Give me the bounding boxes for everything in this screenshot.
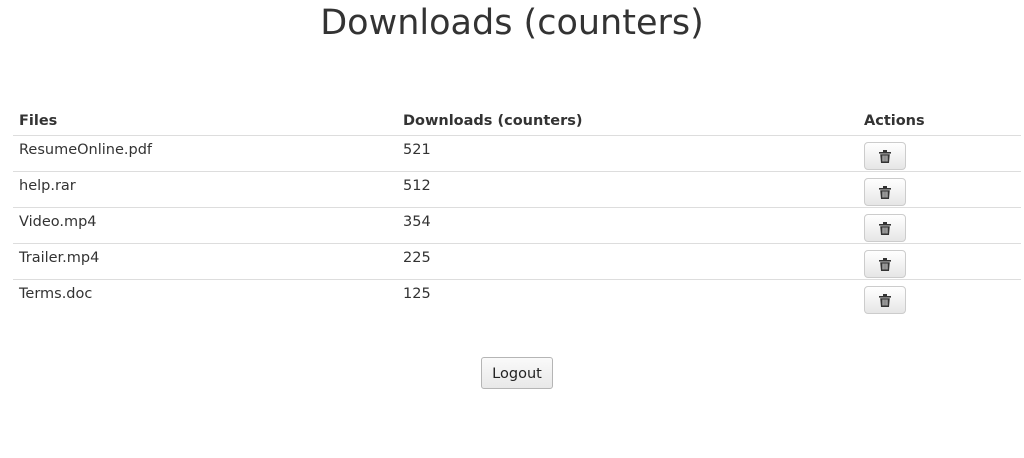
page-title: Downloads (counters) — [320, 3, 704, 43]
actions-cell — [858, 207, 1021, 244]
table-header-row: Files Downloads (counters) Actions — [13, 96, 1021, 136]
trash-icon — [879, 293, 891, 307]
file-name: Trailer.mp4 — [13, 243, 397, 280]
trash-icon — [879, 149, 891, 163]
header-actions: Actions — [858, 96, 1021, 136]
actions-cell — [858, 280, 1021, 316]
table-row: Terms.doc 125 — [13, 280, 1021, 316]
download-count: 512 — [397, 171, 858, 208]
trash-icon — [879, 185, 891, 199]
download-count: 225 — [397, 243, 858, 280]
delete-button[interactable] — [864, 286, 906, 314]
actions-cell — [858, 171, 1021, 208]
actions-cell — [858, 243, 1021, 280]
trash-icon — [879, 221, 891, 235]
file-name: help.rar — [13, 171, 397, 208]
actions-cell — [858, 135, 1021, 172]
downloads-table: Files Downloads (counters) Actions Resum… — [13, 96, 1021, 316]
table-row: ResumeOnline.pdf 521 — [13, 135, 1021, 172]
delete-button[interactable] — [864, 178, 906, 206]
delete-button[interactable] — [864, 214, 906, 242]
download-count: 125 — [403, 286, 431, 302]
file-name: Terms.doc — [19, 286, 93, 302]
table-row: Video.mp4 354 — [13, 207, 1021, 244]
table-row: help.rar 512 — [13, 171, 1021, 208]
download-count: 354 — [397, 207, 858, 244]
delete-button[interactable] — [864, 142, 906, 170]
download-count: 521 — [397, 135, 858, 172]
delete-button[interactable] — [864, 250, 906, 278]
table-row: Trailer.mp4 225 — [13, 243, 1021, 280]
header-downloads: Downloads (counters) — [397, 96, 858, 136]
trash-icon — [879, 257, 891, 271]
file-name: Video.mp4 — [13, 207, 397, 244]
file-name: ResumeOnline.pdf — [13, 135, 397, 172]
header-files: Files — [13, 96, 397, 136]
logout-button[interactable]: Logout — [481, 357, 553, 389]
